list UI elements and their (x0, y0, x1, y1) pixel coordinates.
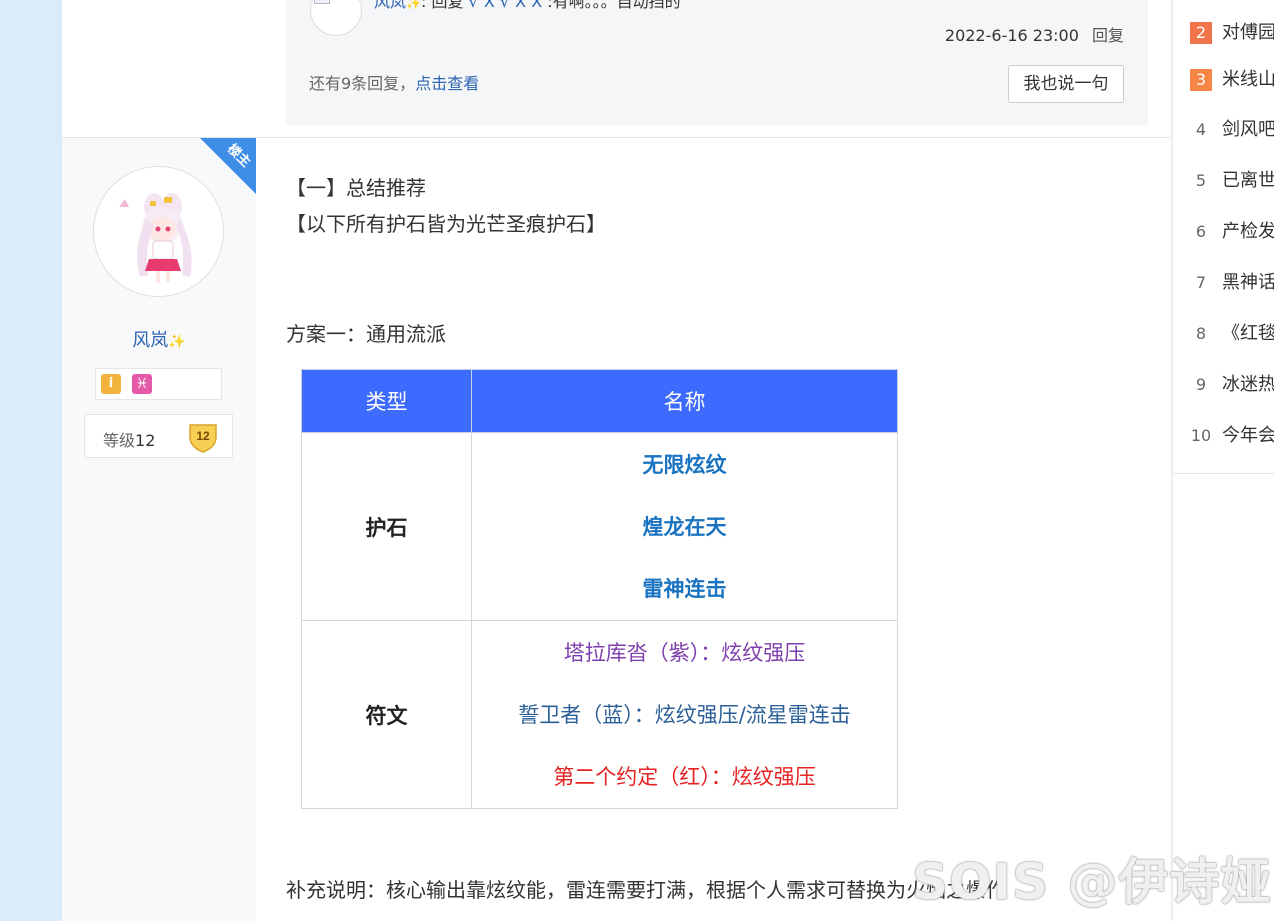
hot-topic-title[interactable]: 对傅园 (1222, 22, 1274, 43)
reply-avatar[interactable] (310, 0, 362, 36)
hot-topic-title[interactable]: 已离世 (1222, 170, 1274, 191)
broken-image-icon (314, 0, 330, 4)
hot-topic-rank: 10 (1190, 426, 1212, 445)
hot-topic-title[interactable]: 冰迷热 (1222, 374, 1274, 395)
reply-text: :有啊。。。自动挡的 (547, 0, 681, 11)
recommendation-table: 类型 名称 护石 无限炫纹 煌龙在天 雷神连击 符文 塔拉库沓（紫）：炫纹强压 … (301, 369, 898, 809)
view-more-link[interactable]: 点击查看 (415, 74, 479, 93)
level-number: 12 (135, 431, 156, 450)
shield-number: 12 (196, 429, 210, 443)
say-something-button[interactable]: 我也说一句 (1008, 65, 1124, 103)
level-box[interactable]: 等级12 12 (84, 414, 233, 458)
hot-topic-item[interactable]: 5 已离世 (1190, 166, 1274, 194)
table-header-type: 类型 (301, 369, 472, 433)
table-row: 符文 塔拉库沓（紫）：炫纹强压 誓卫者（蓝）：炫纹强压/流星雷连击 第二个约定（… (301, 620, 898, 809)
hot-topic-title[interactable]: 《红毯 (1222, 323, 1274, 344)
hot-topic-item[interactable]: 6 产检发 (1190, 217, 1274, 245)
sparkle-icon: ✨ (168, 334, 186, 350)
hot-topic-title[interactable]: 黑神话 (1222, 272, 1274, 293)
hot-topic-rank: 6 (1195, 222, 1207, 241)
reply-link[interactable]: 回复 (1092, 26, 1124, 45)
stone-list-cell: 无限炫纹 煌龙在天 雷神连击 (471, 432, 898, 621)
hot-topic-rank: 7 (1195, 273, 1207, 292)
hot-topic-rank: 2 (1190, 22, 1212, 44)
table-header-row: 类型 名称 (301, 369, 898, 433)
post-heading: 【一】总结推荐 (286, 176, 426, 200)
username-text[interactable]: 风岚 (132, 330, 168, 351)
reply-meta: 2022-6-16 23:00 回复 (945, 22, 1124, 46)
reply-author[interactable]: 风岚 (374, 0, 406, 11)
type-cell-rune: 符文 (301, 620, 472, 809)
rune-item-red: 第二个约定（红）：炫纹强压 (553, 764, 816, 789)
level-label: 等级 (103, 431, 136, 450)
hot-topic-title[interactable]: 米线山 (1222, 69, 1274, 90)
user-badges: i ♓ (95, 368, 222, 400)
reply-content: 风岚✨: 回复 √ X √ X X :有啊。。。自动挡的 (374, 0, 681, 12)
stone-item: 雷神连击 (642, 576, 727, 601)
sidebar-divider (1172, 473, 1274, 474)
level-text: 等级12 (103, 427, 155, 451)
hot-topic-item[interactable]: 2 对傅园 (1190, 18, 1274, 46)
rune-list-cell: 塔拉库沓（紫）：炫纹强压 誓卫者（蓝）：炫纹强压/流星雷连击 第二个约定（红）：… (471, 620, 898, 809)
reply-target[interactable]: √ X √ X X (469, 0, 543, 11)
avatar[interactable] (93, 166, 224, 297)
stone-item: 煌龙在天 (642, 514, 727, 539)
username[interactable]: 风岚✨ (62, 326, 256, 352)
more-replies: 还有9条回复，点击查看 (309, 70, 479, 94)
hot-topic-rank: 3 (1190, 69, 1212, 91)
sparkle-icon: ✨ (406, 0, 421, 10)
avatar-anime-girl-icon (94, 167, 223, 296)
hot-topic-item[interactable]: 9 冰迷热 (1190, 370, 1274, 398)
post-plan-title: 方案一：通用流派 (286, 322, 446, 346)
hot-topic-rank: 8 (1195, 324, 1207, 343)
table-row: 护石 无限炫纹 煌龙在天 雷神连击 (301, 432, 898, 621)
hot-topic-rank: 5 (1195, 171, 1207, 190)
rune-item-purple: 塔拉库沓（紫）：炫纹强压 (563, 640, 806, 665)
level-shield-icon: 12 (189, 424, 217, 453)
hot-topic-rank: 9 (1195, 375, 1207, 394)
vip-icon[interactable]: i (101, 374, 121, 394)
hot-topic-item[interactable]: 3 米线山 (1190, 65, 1274, 93)
left-background-strip (0, 0, 62, 921)
post-subheading: 【以下所有护石皆为光芒圣痕护石】 (286, 212, 606, 236)
reply-timestamp: 2022-6-16 23:00 (944, 26, 1079, 45)
stone-item: 无限炫纹 (642, 452, 727, 477)
post-supplement: 补充说明：核心输出靠炫纹能，雷连需要打满，根据个人需求可替换为火焰之爆作 (286, 878, 1006, 902)
pisces-icon[interactable]: ♓ (132, 374, 152, 394)
op-badge: 楼主 (200, 138, 256, 194)
rune-item-blue: 誓卫者（蓝）：炫纹强压/流星雷连击 (518, 702, 851, 727)
hot-topic-item[interactable]: 10 今年会 (1190, 421, 1274, 449)
watermark: SOIS @伊诗娅 (912, 853, 1272, 911)
hot-topic-item[interactable]: 7 黑神话 (1190, 268, 1274, 296)
hot-topic-item[interactable]: 4 剑风吧 (1190, 115, 1274, 143)
more-replies-text: 还有9条回复， (309, 74, 416, 93)
hot-topic-title[interactable]: 剑风吧 (1222, 119, 1274, 140)
hot-topic-rank: 4 (1195, 120, 1207, 139)
hot-topic-title[interactable]: 产检发 (1222, 221, 1274, 242)
table-header-name: 名称 (471, 369, 898, 433)
type-cell-stone: 护石 (301, 432, 472, 621)
hot-topic-title[interactable]: 今年会 (1222, 425, 1274, 446)
hot-topic-item[interactable]: 8 《红毯 (1190, 319, 1274, 347)
reply-prefix: : 回复 (420, 0, 464, 11)
reply-box: 风岚✨: 回复 √ X √ X X :有啊。。。自动挡的 2022-6-16 2… (286, 0, 1148, 125)
